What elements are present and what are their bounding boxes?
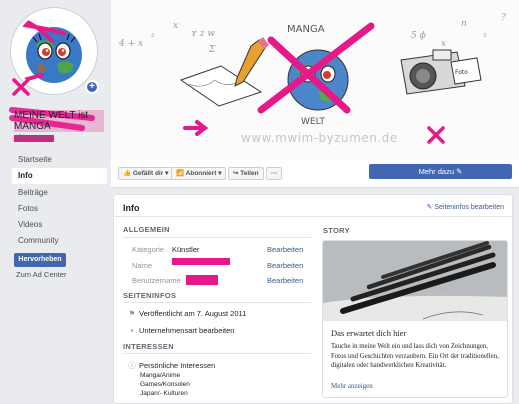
edit-page-info-link[interactable]: ✎ Seiteninfos bearbeiten (427, 203, 505, 211)
nav-item-fotos[interactable]: Fotos (12, 201, 107, 217)
globe-mascot-drawing: MANGA WELT (257, 22, 375, 127)
general-section-heading: ALLGEMEIN (123, 225, 170, 234)
svg-text:x: x (441, 39, 446, 49)
caret-down-icon: ▾ (165, 170, 169, 177)
svg-text:4 + x: 4 + x (118, 39, 143, 49)
svg-text:Σ: Σ (208, 45, 216, 55)
interest-item: Japan/- Kulturen (140, 390, 188, 397)
divider (114, 216, 512, 217)
share-arrow-icon: ↪ (233, 170, 239, 177)
pencil-icon: ✎ (426, 204, 433, 211)
company-type-link[interactable]: ▪ Unternehmensart bearbeiten (128, 326, 235, 335)
like-button[interactable]: 👍 Gefällt dir ▾ (118, 167, 174, 180)
manga-word: MANGA (287, 24, 325, 35)
svg-text:²: ² (151, 33, 155, 43)
page-handle[interactable]: @byzumen (14, 135, 54, 142)
username-value: @byzumen (186, 275, 218, 285)
page-info-section-heading: SEITENINFOS (123, 291, 177, 300)
divider (123, 237, 311, 238)
story-text: Tauche in meine Welt ein und lass dich v… (331, 343, 499, 369)
divider (123, 353, 311, 354)
learn-more-button[interactable]: Mehr dazu ✎ (369, 164, 512, 179)
nav-item-info[interactable]: Info (12, 168, 107, 185)
more-options-button[interactable]: ··· (266, 167, 282, 180)
story-more-link[interactable]: Mehr anzeigen (331, 382, 373, 390)
interests-title: ⓘ Persönliche Interessen (128, 361, 216, 370)
category-edit-link[interactable]: Bearbeiten (267, 245, 303, 254)
briefcase-icon: ▪ (130, 326, 134, 335)
welt-word: WELT (301, 117, 325, 127)
username-key: Benutzername (132, 276, 181, 285)
camera-drawing: Foto (400, 49, 482, 95)
thumbs-up-icon: 👍 (123, 170, 132, 177)
story-section-heading: STORY (323, 226, 350, 235)
story-title: Das erwartet dich hier (331, 328, 407, 338)
watermark-text: www.mwim-byzumen.de (241, 131, 398, 145)
ellipsis-icon: ··· (271, 170, 278, 177)
svg-text:x: x (173, 21, 178, 31)
ad-center-link[interactable]: Zum Ad Center (16, 270, 66, 279)
paper-pencil-drawing (179, 37, 269, 107)
rss-icon: 📶 (176, 170, 185, 177)
flag-icon: ⚑ (128, 309, 136, 318)
name-key: Name (132, 261, 153, 270)
panel-title: Info (123, 203, 140, 213)
svg-text:5 ϕ: 5 ϕ (411, 31, 426, 41)
nav-item-videos[interactable]: Videos (12, 217, 107, 233)
cover-photo[interactable]: 4 + x ² x ʏ z w Σ 5 ϕ x n ⁵? MANGA WELT Foto… (111, 0, 519, 160)
follow-button[interactable]: 📶 Abonniert ▾ (171, 167, 227, 180)
caret-down-icon: ▾ (218, 170, 222, 177)
share-button[interactable]: ↪ Teilen (228, 167, 264, 180)
svg-text:n: n (461, 19, 467, 29)
interest-item: Games/Konsolen (140, 381, 190, 388)
story-card[interactable]: Das erwartet dich hier Tauche in meine W… (322, 240, 508, 398)
name-edit-link[interactable]: Bearbeiten (267, 261, 303, 270)
category-key: Kategorie (132, 245, 165, 254)
pink-arrow-annotation (183, 120, 209, 136)
username-edit-link[interactable]: Bearbeiten (267, 276, 303, 285)
pencil-icon: ✎ (456, 167, 463, 176)
left-column: + MEINE WELT ist MANGA @byzumen Startsei… (0, 0, 112, 404)
promote-button[interactable]: Hervorheben (14, 253, 66, 267)
name-value: MEINE WELT ist MANGA (172, 258, 230, 265)
pens-photo (323, 241, 507, 321)
nav-item-startseite[interactable]: Startseite (12, 152, 107, 168)
published-line: ⚑ Veröffentlicht am 7. August 2011 (128, 309, 247, 318)
svg-text:⁵: ⁵ (483, 33, 487, 43)
nav-item-community[interactable]: Community (12, 233, 107, 249)
nav-item-beitraege[interactable]: Beiträge (12, 185, 107, 201)
story-image (323, 241, 507, 321)
interests-section-heading: INTERESSEN (123, 342, 174, 351)
category-value: Künstler (172, 245, 200, 254)
pink-x-annotation (427, 126, 445, 144)
info-panel: Info ✎ Seiteninfos bearbeiten ALLGEMEIN … (113, 194, 513, 404)
divider (123, 302, 311, 303)
page-action-bar: 👍 Gefällt dir ▾ 📶 Abonniert ▾ ↪ Teilen ·… (111, 160, 519, 188)
svg-text:ʏ z w: ʏ z w (191, 29, 215, 39)
page-nav: Startseite Info Beiträge Fotos Videos Co… (12, 152, 107, 250)
camera-photo-label: Foto (455, 69, 468, 76)
interest-item: Manga/Anime (140, 372, 181, 379)
page-name: MEINE WELT ist MANGA (14, 110, 104, 132)
info-circle-icon: ⓘ (128, 361, 136, 370)
svg-text:?: ? (501, 13, 506, 23)
